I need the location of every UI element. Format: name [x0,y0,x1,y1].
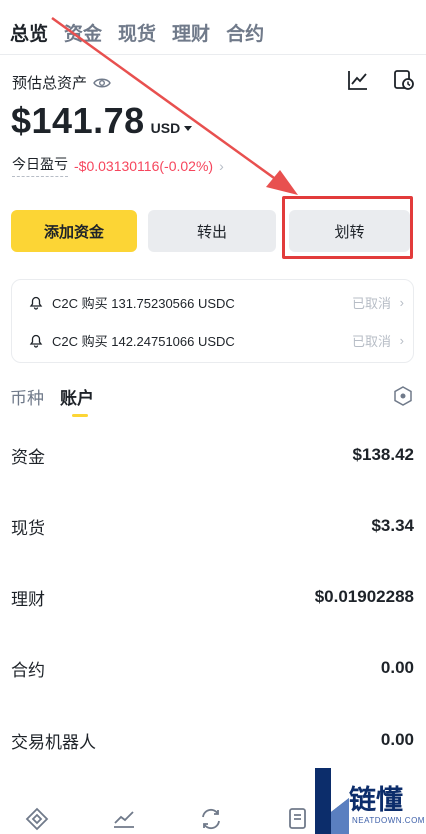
account-row-trading-bots[interactable]: 交易机器人 0.00 [0,720,426,760]
account-name: 现货 [11,518,45,538]
account-value: $0.01902288 [314,587,414,606]
account-name: 资金 [11,447,45,467]
tab-futures[interactable]: 合约 [226,19,264,46]
account-row-futures[interactable]: 合约 0.00 [0,648,426,688]
eye-icon[interactable] [93,76,111,90]
account-value: $3.34 [371,516,414,535]
nav-trade-icon[interactable] [198,806,224,832]
tab-overview[interactable]: 总览 [10,19,48,46]
currency-selector[interactable]: USD [151,120,193,136]
account-value: $138.42 [352,445,414,464]
balance-row: $141.78 USD [11,100,193,142]
notification-text: C2C 购买 142.24751066 USDC [52,333,235,349]
tab-earn[interactable]: 理财 [172,19,210,46]
bell-icon [29,334,43,348]
total-balance: $141.78 [11,100,145,141]
currency-label: USD [150,120,181,136]
account-name: 交易机器人 [11,732,96,752]
account-row-spot[interactable]: 现货 $3.34 [0,506,426,546]
chevron-right-icon: › [399,294,404,310]
estimated-total-text: 预估总资产 [12,75,88,92]
tab-accounts[interactable]: 账户 [60,384,94,409]
account-row-funding[interactable]: 资金 $138.42 [0,435,426,475]
nav-home-icon[interactable] [24,806,50,832]
chart-icon[interactable] [347,69,369,91]
notification-item[interactable]: C2C 购买 131.75230566 USDC 已取消 › [12,282,413,322]
withdraw-button[interactable]: 转出 [148,210,276,252]
caret-down-icon [184,125,193,131]
tab-funding[interactable]: 资金 [64,19,102,46]
account-value: 0.00 [380,658,414,677]
tab-coins[interactable]: 币种 [10,384,44,409]
history-icon[interactable] [393,69,415,91]
bell-icon [29,296,43,310]
estimated-total-label: 预估总资产 [12,72,111,93]
chevron-right-icon: › [399,332,404,348]
account-value: 0.00 [380,730,414,749]
daily-pnl[interactable]: 今日盈亏 -$0.03130116(-0.02%) › [12,154,224,177]
nav-markets-icon[interactable] [111,806,137,832]
sub-tabs: 币种 账户 [10,383,94,409]
hexagon-icon[interactable] [394,386,412,406]
account-name: 理财 [11,589,45,609]
top-divider [0,54,426,55]
tab-spot[interactable]: 现货 [118,19,156,46]
pnl-value: -$0.03130116(-0.02%) [74,157,214,174]
chevron-right-icon: › [219,157,224,174]
notification-status: 已取消 [351,295,391,311]
notification-item[interactable]: C2C 购买 142.24751066 USDC 已取消 › [12,320,413,360]
top-tabs: 总览 资金 现货 理财 合约 [10,18,264,46]
notification-text: C2C 购买 131.75230566 USDC [52,295,235,311]
pnl-label: 今日盈亏 [12,154,68,177]
account-name: 合约 [11,660,45,680]
transfer-button[interactable]: 划转 [289,210,410,252]
add-funds-button[interactable]: 添加资金 [11,210,137,252]
watermark-subtitle: NEATDOWN.COM [352,816,425,825]
account-row-earn[interactable]: 理财 $0.01902288 [0,577,426,617]
notification-status: 已取消 [351,333,391,349]
notification-card: C2C 购买 131.75230566 USDC 已取消 › C2C 购买 14… [11,279,414,363]
active-tab-indicator [72,414,88,417]
watermark-title: 链懂 [349,785,403,815]
